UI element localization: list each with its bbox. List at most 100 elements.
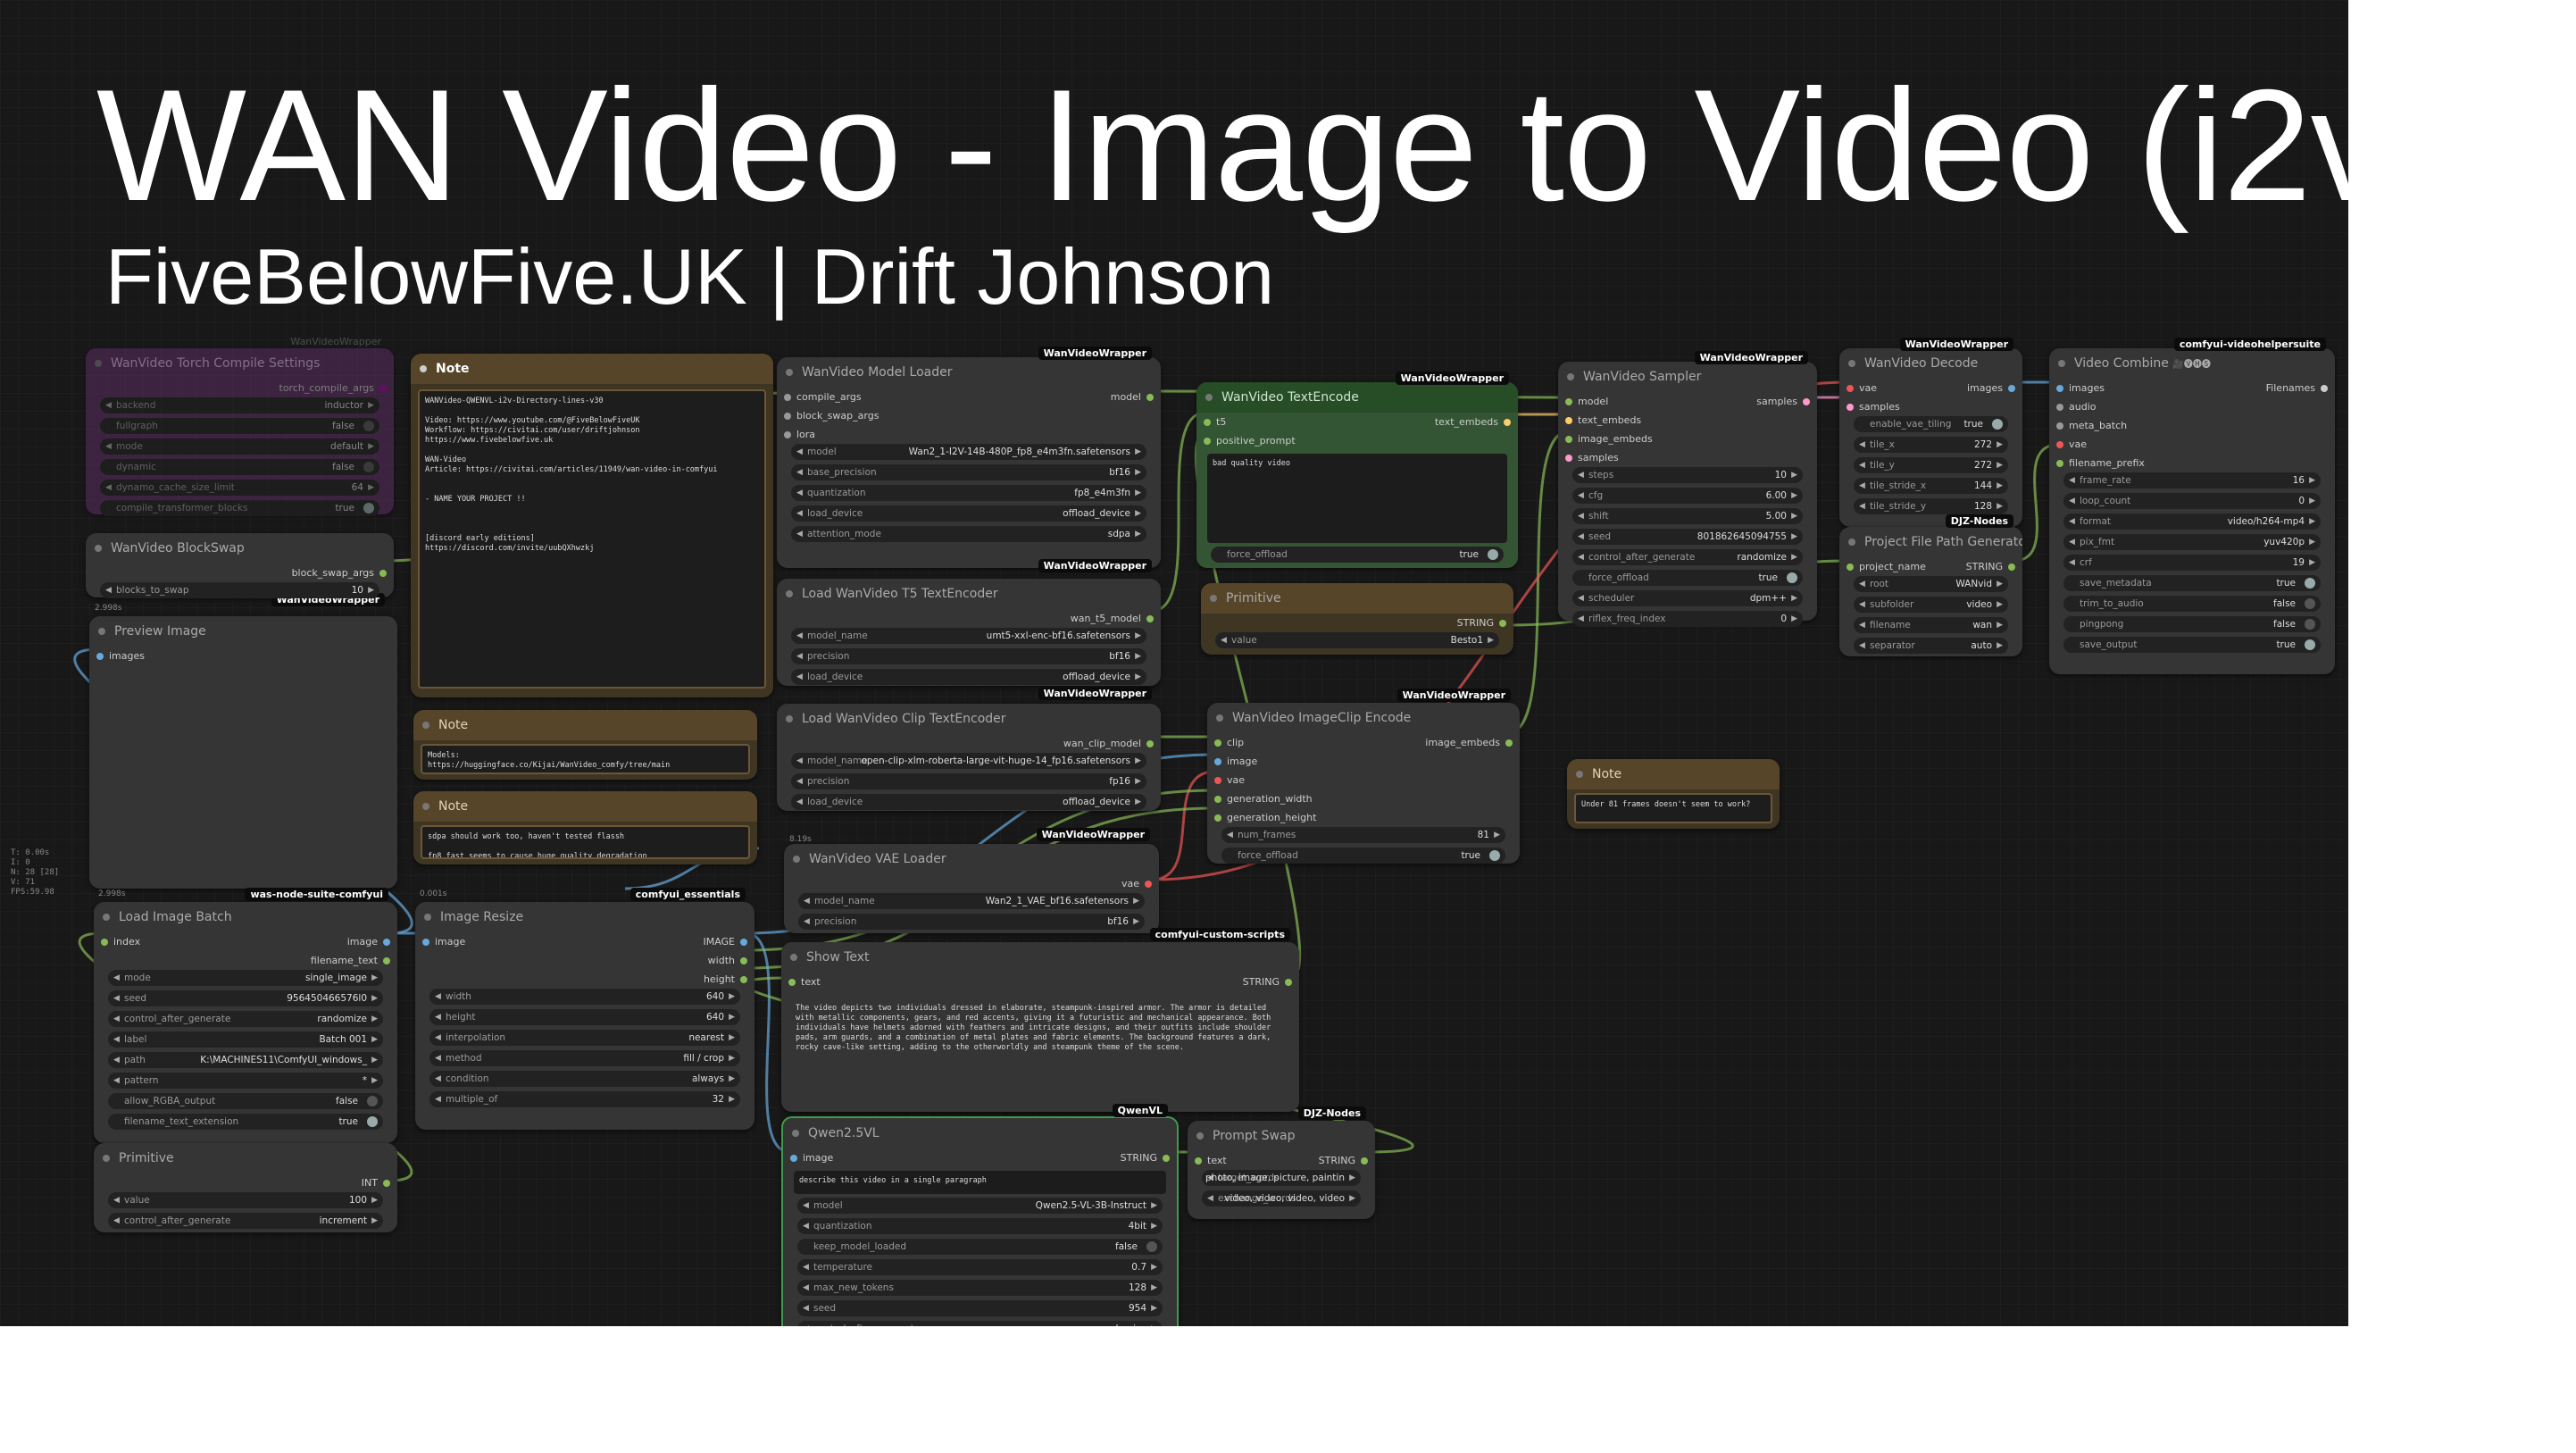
input-socket[interactable] <box>1214 777 1221 784</box>
widget-value[interactable]: ◀ value Besto1 ▶ <box>1215 632 1499 648</box>
node-decode[interactable]: WanVideo Decode WanVideoWrapper vae image… <box>1839 338 2022 527</box>
increment-arrow-icon[interactable]: ▶ <box>1135 464 1141 480</box>
widget-value[interactable]: ◀ value 100 ▶ <box>108 1192 383 1208</box>
increment-arrow-icon[interactable]: ▶ <box>1997 617 2003 633</box>
decrement-arrow-icon[interactable]: ◀ <box>113 1011 120 1027</box>
decrement-arrow-icon[interactable]: ◀ <box>2069 472 2075 489</box>
widget-width[interactable]: ◀ width 640 ▶ <box>429 989 740 1005</box>
node-canvas[interactable]: WAN Video - Image to Video (i2v) FiveBel… <box>0 0 2348 1326</box>
input-socket[interactable] <box>2056 404 2063 411</box>
widget-save-metadata[interactable]: save_metadata true <box>2063 575 2321 591</box>
increment-arrow-icon[interactable]: ▶ <box>1349 1170 1355 1186</box>
node-sampler[interactable]: WanVideo Sampler WanVideoWrapper model sa… <box>1558 351 1817 627</box>
widget-root[interactable]: ◀ root WANvid ▶ <box>1854 576 2008 592</box>
widget-tile-y[interactable]: ◀ tile_y 272 ▶ <box>1854 457 2008 473</box>
increment-arrow-icon[interactable]: ▶ <box>1997 638 2003 654</box>
widget-model-name[interactable]: ◀ model_name umt5-xxl-enc-bf16.safetensors… <box>791 628 1146 644</box>
output-socket[interactable] <box>1361 1157 1368 1165</box>
node-load-image-batch[interactable]: Load Image Batch was-node-suite-comfyui … <box>94 888 397 1143</box>
output-socket[interactable] <box>2008 564 2015 571</box>
increment-arrow-icon[interactable]: ▶ <box>368 582 374 598</box>
decrement-arrow-icon[interactable]: ◀ <box>803 1259 809 1275</box>
widget-frame-rate[interactable]: ◀ frame_rate 16 ▶ <box>2063 472 2321 489</box>
decrement-arrow-icon[interactable]: ◀ <box>435 1071 441 1087</box>
widget-pingpong[interactable]: pingpong false <box>2063 616 2321 632</box>
decrement-arrow-icon[interactable]: ◀ <box>1859 478 1865 494</box>
output-socket[interactable] <box>1163 1155 1170 1162</box>
widget-mode[interactable]: ◀ mode default ▶ <box>100 438 379 455</box>
widget-precision[interactable]: ◀ precision bf16 ▶ <box>791 648 1146 664</box>
connection-wire[interactable] <box>1151 770 1215 881</box>
output-socket[interactable] <box>1285 979 1292 986</box>
node-image-resize[interactable]: Image Resize comfyui_essentials image IMA… <box>415 888 754 1130</box>
widget-subfolder[interactable]: ◀ subfolder video ▶ <box>1854 597 2008 613</box>
widget-filename[interactable]: ◀ filename wan ▶ <box>1854 617 2008 633</box>
widget-backend[interactable]: ◀ backend inductor ▶ <box>100 397 379 413</box>
decrement-arrow-icon[interactable]: ◀ <box>796 773 803 789</box>
decrement-arrow-icon[interactable]: ◀ <box>113 1213 120 1229</box>
widget-attention-mode[interactable]: ◀ attention_mode sdpa ▶ <box>791 526 1146 542</box>
widget-seed[interactable]: ◀ seed 801862645094755 ▶ <box>1572 529 1803 545</box>
decrement-arrow-icon[interactable]: ◀ <box>1859 597 1865 613</box>
increment-arrow-icon[interactable]: ▶ <box>1791 467 1797 483</box>
increment-arrow-icon[interactable]: ▶ <box>2309 493 2315 509</box>
decrement-arrow-icon[interactable]: ◀ <box>803 1218 809 1234</box>
toggle-icon[interactable] <box>367 1116 378 1127</box>
widget-scheduler[interactable]: ◀ scheduler dpm++ ▶ <box>1572 590 1803 606</box>
increment-arrow-icon[interactable]: ▶ <box>1791 529 1797 545</box>
widget-steps[interactable]: ◀ steps 10 ▶ <box>1572 467 1803 483</box>
decrement-arrow-icon[interactable]: ◀ <box>796 526 803 542</box>
increment-arrow-icon[interactable]: ▶ <box>729 1091 735 1107</box>
increment-arrow-icon[interactable]: ▶ <box>1133 914 1139 930</box>
decrement-arrow-icon[interactable]: ◀ <box>1578 549 1584 565</box>
increment-arrow-icon[interactable]: ▶ <box>2309 472 2315 489</box>
input-socket[interactable] <box>1847 385 1854 392</box>
decrement-arrow-icon[interactable]: ◀ <box>1578 611 1584 627</box>
widget-exchange-words[interactable]: ◀ exchange_words video, video, video, vide… <box>1202 1190 1361 1207</box>
increment-arrow-icon[interactable]: ▶ <box>729 1050 735 1066</box>
decrement-arrow-icon[interactable]: ◀ <box>1859 457 1865 473</box>
widget-seed[interactable]: ◀ seed 956450466576l0 ▶ <box>108 990 383 1006</box>
widget-quantization[interactable]: ◀ quantization 4bit ▶ <box>797 1218 1163 1234</box>
note-text[interactable]: Under 81 frames doesn't seem to work? <box>1574 793 1772 823</box>
decrement-arrow-icon[interactable]: ◀ <box>105 582 112 598</box>
increment-arrow-icon[interactable]: ▶ <box>1151 1321 1157 1326</box>
toggle-icon[interactable] <box>1488 549 1498 560</box>
decrement-arrow-icon[interactable]: ◀ <box>1227 827 1233 843</box>
increment-arrow-icon[interactable]: ▶ <box>1997 457 2003 473</box>
output-socket[interactable] <box>740 957 747 964</box>
increment-arrow-icon[interactable]: ▶ <box>1151 1218 1157 1234</box>
node-vae-loader[interactable]: WanVideo VAE Loader WanVideoWrapper vae … <box>784 828 1159 933</box>
decrement-arrow-icon[interactable]: ◀ <box>803 1321 809 1326</box>
toggle-icon[interactable] <box>2305 578 2315 589</box>
increment-arrow-icon[interactable]: ▶ <box>1135 505 1141 522</box>
widget-enable-vae-tiling[interactable]: enable_vae_tiling true <box>1854 416 2008 432</box>
decrement-arrow-icon[interactable]: ◀ <box>435 1030 441 1046</box>
widget-trim-to-audio[interactable]: trim_to_audio false <box>2063 596 2321 612</box>
note-models[interactable]: Note Models: https://huggingface.co/Kija… <box>413 710 757 780</box>
node-imageclip-encode[interactable]: WanVideo ImageClip Encode WanVideoWrappe… <box>1207 689 1520 864</box>
output-socket[interactable] <box>379 570 387 577</box>
increment-arrow-icon[interactable]: ▶ <box>1135 794 1141 810</box>
widget-path[interactable]: ◀ path K:\MACHINES11\ComfyUI_windows_ ▶ <box>108 1052 383 1068</box>
widget-load-device[interactable]: ◀ load_device offload_device ▶ <box>791 505 1146 522</box>
node-clip-loader[interactable]: Load WanVideo Clip TextEncoder WanVideoW… <box>777 687 1161 811</box>
output-socket[interactable] <box>1146 740 1154 747</box>
input-socket[interactable] <box>788 979 796 986</box>
decrement-arrow-icon[interactable]: ◀ <box>1578 590 1584 606</box>
widget-base-precision[interactable]: ◀ base_precision bf16 ▶ <box>791 464 1146 480</box>
increment-arrow-icon[interactable]: ▶ <box>1151 1259 1157 1275</box>
increment-arrow-icon[interactable]: ▶ <box>1997 437 2003 453</box>
widget-control-after-generate[interactable]: ◀ control_after_generate randomize ▶ <box>108 1011 383 1027</box>
node-t5-loader[interactable]: Load WanVideo T5 TextEncoder WanVideoWra… <box>777 559 1161 686</box>
increment-arrow-icon[interactable]: ▶ <box>1791 508 1797 524</box>
decrement-arrow-icon[interactable]: ◀ <box>796 753 803 769</box>
increment-arrow-icon[interactable]: ▶ <box>371 1011 378 1027</box>
output-socket[interactable] <box>383 1180 390 1187</box>
increment-arrow-icon[interactable]: ▶ <box>1791 488 1797 504</box>
input-socket[interactable] <box>422 939 429 946</box>
input-socket[interactable] <box>1214 758 1221 765</box>
decrement-arrow-icon[interactable]: ◀ <box>1578 467 1584 483</box>
toggle-icon[interactable] <box>2305 639 2315 650</box>
node-prompt-swap[interactable]: Prompt Swap DJZ-Nodes text STRING ◀ target… <box>1188 1106 1375 1219</box>
